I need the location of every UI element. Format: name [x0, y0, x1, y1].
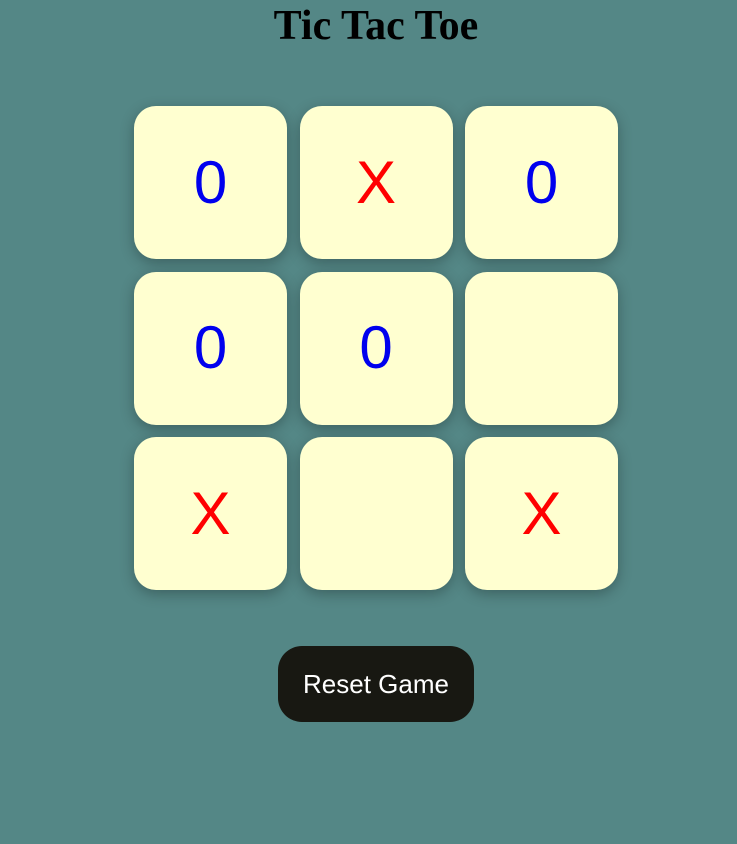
board-cell[interactable]	[465, 271, 618, 425]
board-cell[interactable]: 0	[134, 271, 287, 425]
board-cell[interactable]: 0	[465, 106, 618, 259]
game-board: 0 X 0 0 0 X X	[134, 106, 618, 590]
board-cell[interactable]: X	[465, 437, 618, 590]
board-cell[interactable]: 0	[299, 271, 453, 425]
board-cell[interactable]: X	[299, 106, 453, 259]
board-cell[interactable]: X	[134, 437, 287, 590]
page-title: Tic Tac Toe	[273, 3, 479, 49]
board-cell[interactable]	[299, 437, 453, 590]
board-cell[interactable]: 0	[134, 106, 287, 259]
reset-game-button[interactable]: Reset Game	[278, 646, 474, 722]
